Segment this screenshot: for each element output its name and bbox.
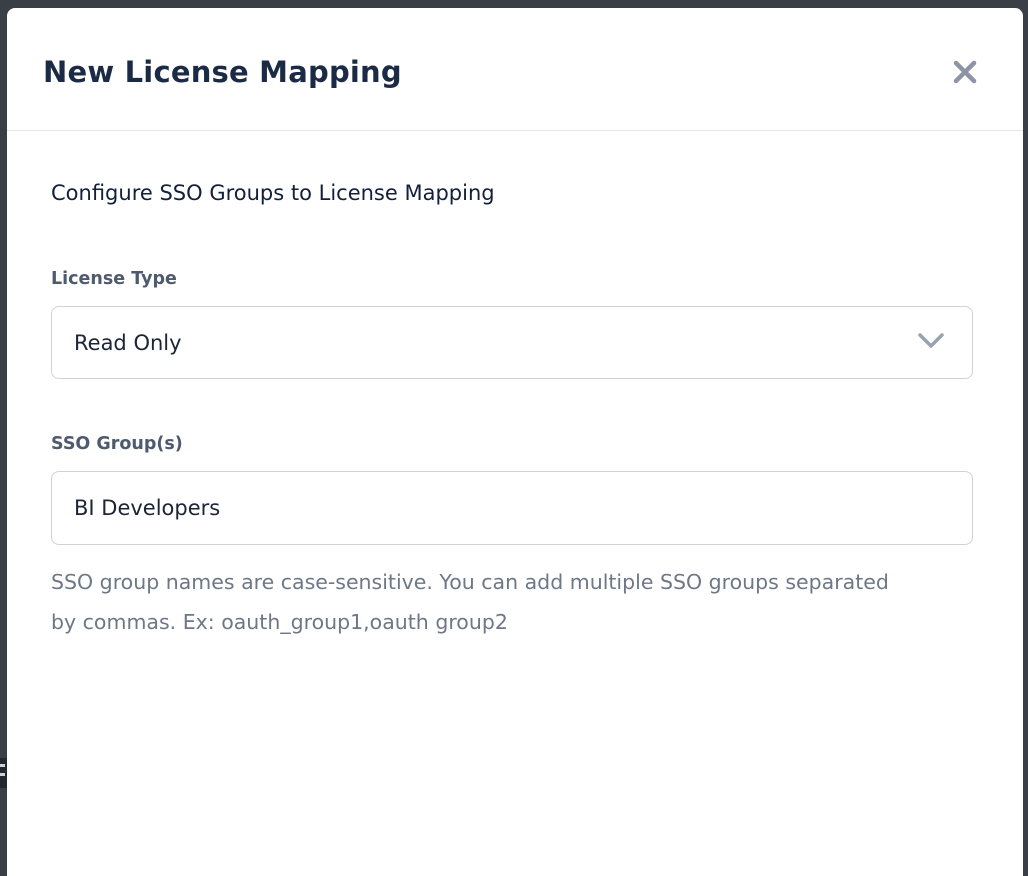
close-icon: [951, 58, 979, 86]
sso-groups-helper-text: SSO group names are case-sensitive. You …: [51, 563, 891, 643]
license-type-selected-value: Read Only: [74, 331, 182, 355]
close-button[interactable]: [947, 54, 983, 90]
license-type-label: License Type: [51, 269, 973, 289]
sso-groups-input[interactable]: [51, 471, 973, 545]
license-type-select[interactable]: Read Only: [51, 306, 973, 379]
background-page-fragment: [0, 758, 7, 788]
modal-header: New License Mapping: [7, 8, 1023, 131]
modal-body: Configure SSO Groups to License Mapping …: [7, 131, 1023, 643]
modal-title: New License Mapping: [43, 55, 402, 89]
chevron-down-icon: [918, 333, 944, 353]
new-license-mapping-modal: New License Mapping Configure SSO Groups…: [7, 8, 1023, 876]
modal-subtitle: Configure SSO Groups to License Mapping: [51, 181, 973, 205]
sso-groups-label: SSO Group(s): [51, 434, 973, 454]
